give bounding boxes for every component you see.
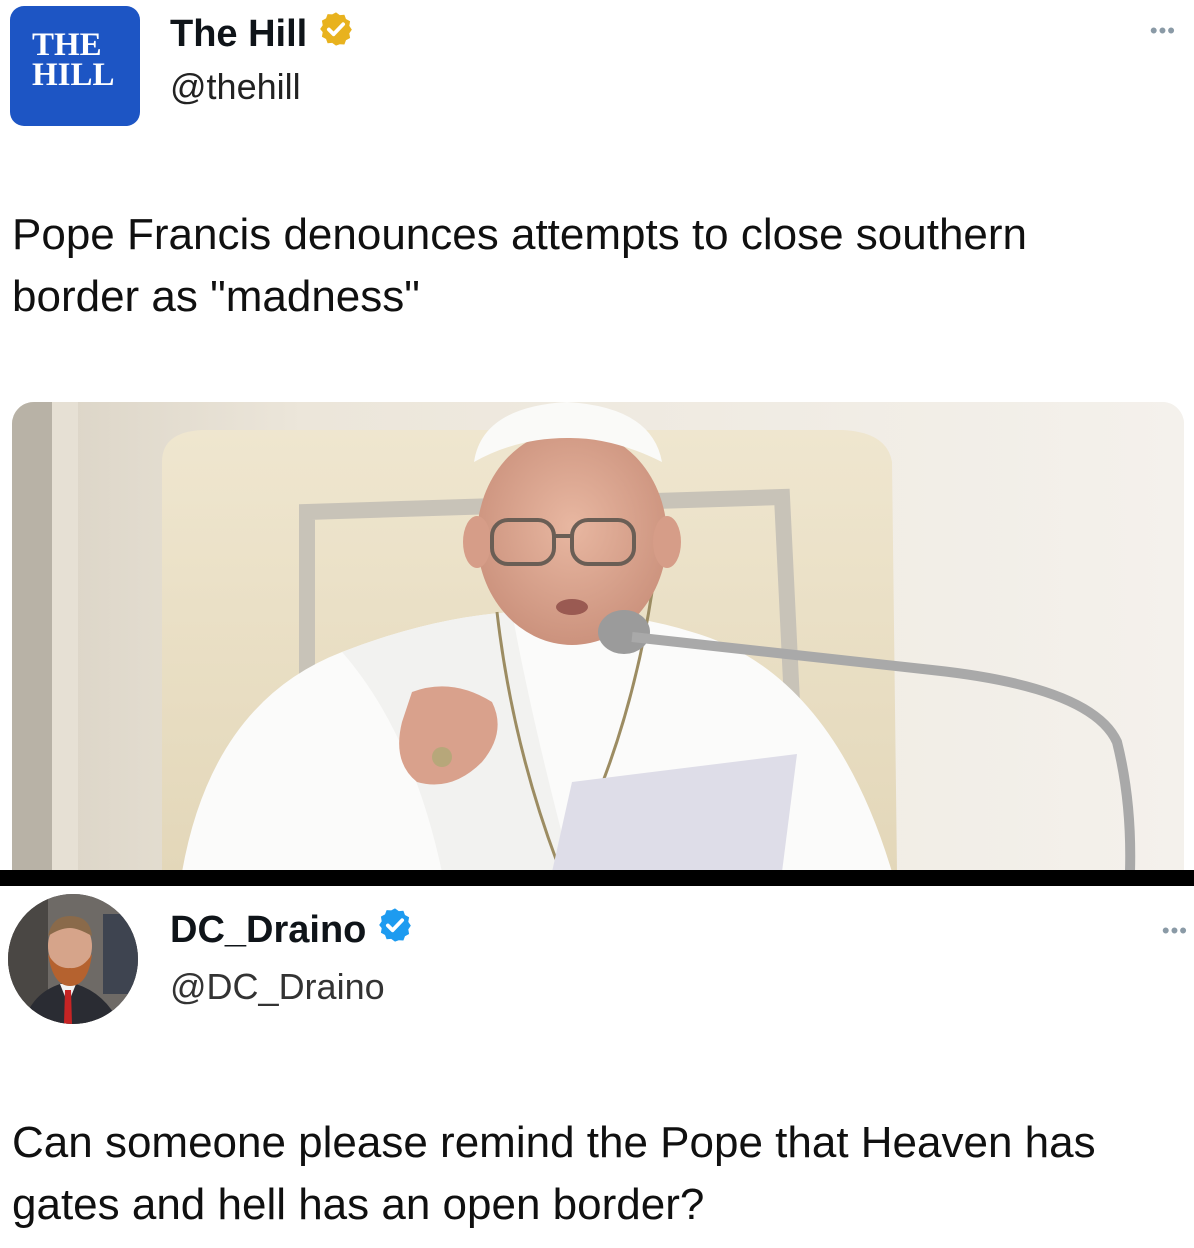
- tweet-text: Pope Francis denounces attempts to close…: [12, 210, 1028, 321]
- more-options-icon[interactable]: •••: [1150, 18, 1176, 44]
- avatar-portrait: [8, 894, 138, 1024]
- divider: [0, 870, 1194, 886]
- gold-verified-icon: [317, 10, 355, 58]
- author-name-row[interactable]: DC_Draino: [170, 906, 414, 954]
- more-options-icon[interactable]: •••: [1162, 918, 1188, 944]
- author-name-row[interactable]: The Hill: [170, 10, 355, 58]
- display-name[interactable]: The Hill: [170, 13, 307, 56]
- pope-photo-illustration: [12, 402, 1184, 872]
- tweet-photo[interactable]: [12, 402, 1184, 872]
- logo-line-2: HILL: [32, 57, 115, 93]
- logo-line-1: THE: [32, 27, 102, 63]
- display-name[interactable]: DC_Draino: [170, 909, 366, 952]
- handle[interactable]: @DC_Draino: [170, 966, 385, 1008]
- tweet-the-hill[interactable]: THE HILL The Hill @thehill ••• Pope Fran…: [0, 0, 1194, 872]
- blue-verified-icon: [376, 906, 414, 954]
- the-hill-avatar[interactable]: THE HILL: [10, 6, 140, 126]
- dc-draino-avatar[interactable]: [8, 894, 138, 1024]
- tweet-text: Can someone please remind the Pope that …: [12, 1118, 1096, 1229]
- handle[interactable]: @thehill: [170, 66, 301, 108]
